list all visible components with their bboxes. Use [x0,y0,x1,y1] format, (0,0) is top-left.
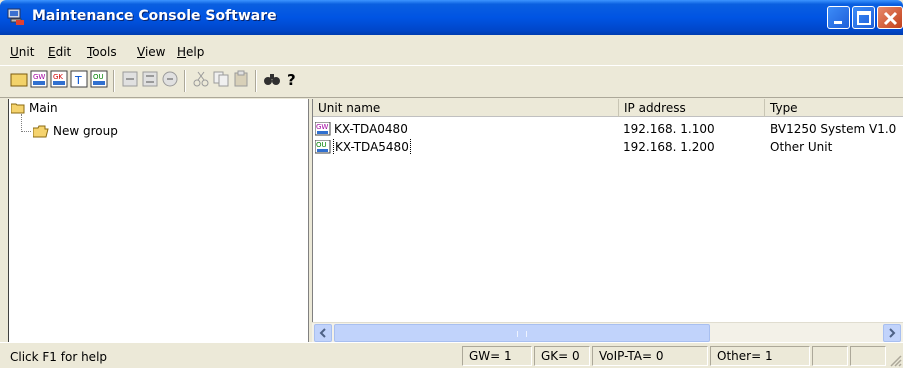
cell-unit-name: GW KX-TDA0480 [315,121,615,137]
menu-view[interactable]: View [137,45,165,59]
ta-icon[interactable]: T [70,70,88,88]
svg-text:OU: OU [316,141,327,149]
stop-icon[interactable] [161,70,179,88]
menu-help[interactable]: Help [177,45,204,59]
svg-text:GW: GW [33,73,45,81]
ou-icon[interactable]: OU [90,70,108,88]
minimize-button[interactable] [827,6,850,29]
tree-item-main[interactable]: Main [11,100,58,116]
folder-open-icon [11,103,25,114]
tree-item-label: New group [53,124,118,138]
scroll-left-button[interactable] [314,324,332,342]
cut-icon[interactable] [192,70,210,88]
status-bar: Click F1 for help GW= 1 GK= 0 VoIP-TA= 0… [0,342,903,368]
gw-unit-icon: GW [315,122,331,136]
maximize-icon [857,11,871,25]
svg-text:T: T [74,74,82,87]
toolbar-separator [184,70,186,92]
scroll-right-button[interactable] [883,324,901,342]
status-pane-empty [850,346,886,366]
app-icon [7,8,24,25]
gk-icon[interactable]: GK [50,70,68,88]
folder-icon [33,125,49,137]
horizontal-scrollbar[interactable] [312,322,903,342]
column-header-type[interactable]: Type [765,99,903,117]
status-pane-empty [812,346,848,366]
list-row[interactable]: GW KX-TDA0480 192.168. 1.100 BV1250 Syst… [313,121,903,137]
connect-icon[interactable] [121,70,139,88]
cell-type: BV1250 System V1.0 [770,122,897,136]
find-icon[interactable] [263,70,281,88]
disconnect-icon[interactable] [141,70,159,88]
unit-name: KX-TDA0480 [334,122,408,136]
column-header-ip-address[interactable]: IP address [619,99,765,117]
cell-ip-address: 192.168. 1.200 [623,140,715,154]
paste-icon[interactable] [232,70,250,88]
resize-grip-icon[interactable] [888,353,902,367]
title-bar[interactable]: Maintenance Console Software [0,0,903,35]
unit-list[interactable]: Unit name IP address Type GW KX-TDA0480 … [312,99,903,342]
svg-text:GW: GW [316,123,328,131]
status-other-count: Other= 1 [710,346,810,366]
unit-name: KX-TDA5480 [333,139,411,155]
close-button[interactable] [877,6,903,29]
tree-connector [21,131,31,132]
chevron-right-icon [889,328,896,338]
cell-unit-name: OU KX-TDA5480 [315,139,615,155]
svg-text:GK: GK [53,73,63,81]
toolbar: GW GK T OU ? [0,65,903,98]
tree-item-new-group[interactable]: New group [33,123,118,139]
minimize-icon [834,21,842,24]
toolbar-separator [255,70,257,92]
new-icon[interactable] [10,70,28,88]
status-help-text: Click F1 for help [10,350,108,364]
ou-unit-icon: OU [315,140,331,154]
menu-unit[interactable]: Unit [10,45,34,59]
toolbar-separator [113,70,115,92]
list-row[interactable]: OU KX-TDA5480 192.168. 1.200 Other Unit [313,139,903,155]
tree-connector [21,114,22,132]
group-tree[interactable]: Main New group [9,99,309,342]
tree-item-label: Main [29,101,58,115]
main-window: Maintenance Console Software Unit Edit T… [0,0,903,368]
menu-bar: Unit Edit Tools View Help [0,35,903,65]
maximize-button[interactable] [852,6,875,29]
left-frame [0,99,9,342]
chevron-left-icon [319,328,326,338]
cell-ip-address: 192.168. 1.100 [623,122,715,136]
status-gw-count: GW= 1 [462,346,532,366]
cell-type: Other Unit [770,140,833,154]
status-gk-count: GK= 0 [534,346,590,366]
menu-edit[interactable]: Edit [48,45,71,59]
help-icon[interactable]: ? [283,70,301,88]
list-header: Unit name IP address Type [313,99,903,117]
scroll-grip [517,331,527,337]
menu-tools[interactable]: Tools [87,45,117,59]
status-voip-ta-count: VoIP-TA= 0 [592,346,708,366]
window-title: Maintenance Console Software [32,8,277,24]
copy-icon[interactable] [212,70,230,88]
gw-icon[interactable]: GW [30,70,48,88]
close-icon [883,11,898,26]
svg-text:?: ? [287,71,296,88]
svg-text:OU: OU [93,73,104,81]
scroll-thumb[interactable] [334,324,710,342]
column-header-unit-name[interactable]: Unit name [313,99,619,117]
